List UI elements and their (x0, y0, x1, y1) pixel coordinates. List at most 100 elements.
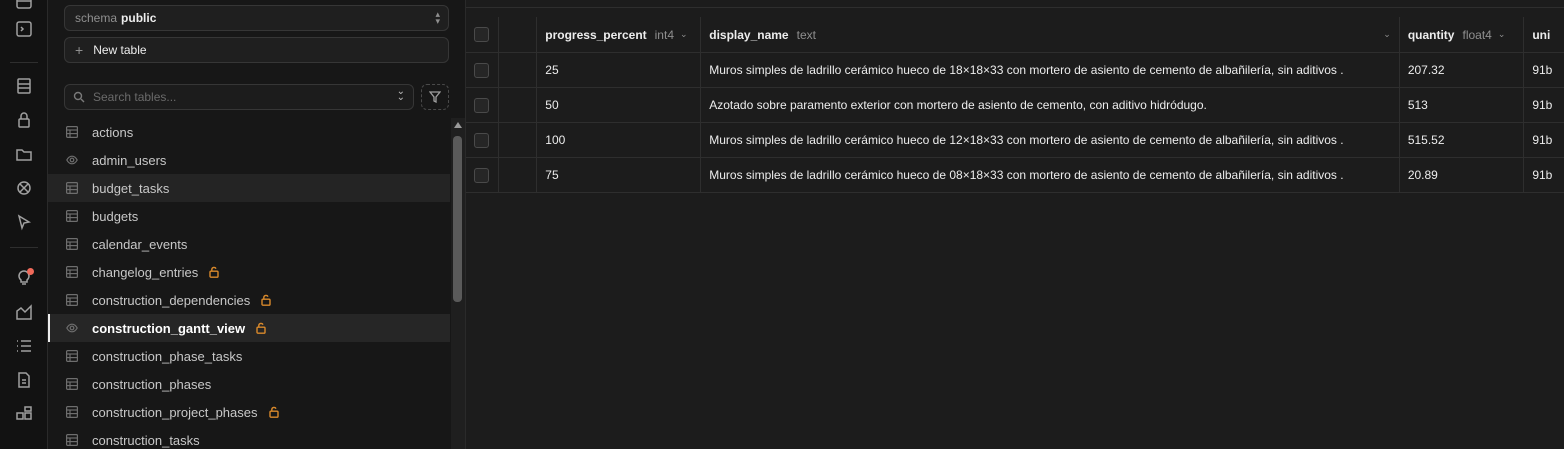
schema-prefix: schema (75, 11, 118, 25)
row-checkbox[interactable] (474, 97, 490, 113)
sidebar-table-item[interactable]: construction_gantt_view (48, 314, 450, 342)
table-row[interactable]: 25 Muros simples de ladrillo cerámico hue… (466, 53, 1564, 88)
edge-functions-icon[interactable] (14, 212, 34, 232)
cell-display-name[interactable]: Muros simples de ladrillo cerámico hueco… (701, 158, 1400, 192)
advisors-lightbulb-icon[interactable] (14, 268, 34, 288)
double-chevron-icon[interactable]: ⌄ ⌄ (397, 87, 405, 103)
grid-body: 25 Muros simples de ladrillo cerámico hue… (466, 53, 1564, 193)
chevron-down-icon[interactable]: ⌄ (1383, 29, 1391, 40)
chevron-down-icon[interactable]: ⌄ (1498, 29, 1506, 40)
table-row[interactable]: 75 Muros simples de ladrillo cerámico hue… (466, 158, 1564, 193)
table-name: changelog_entries (92, 264, 199, 280)
auth-lock-icon[interactable] (14, 110, 34, 130)
sidebar-table-item[interactable]: construction_phases (48, 370, 450, 398)
rail-divider (10, 62, 38, 63)
cell-display-name[interactable]: Muros simples de ladrillo cerámico hueco… (701, 123, 1400, 157)
schema-select[interactable]: schema public ▴ ▾ (64, 5, 449, 31)
table-icon (66, 126, 78, 138)
column-type: float4 (1462, 27, 1492, 42)
unlocked-padlock-icon (208, 266, 220, 278)
sidebar-table-item[interactable]: budgets (48, 202, 450, 230)
cell-quantity[interactable]: 20.89 (1400, 158, 1525, 192)
table-row[interactable]: 100 Muros simples de ladrillo cerámico hu… (466, 123, 1564, 158)
cell-progress-percent[interactable]: 50 (537, 88, 702, 122)
sidebar-table-item[interactable]: actions (48, 118, 450, 146)
select-all-cell (466, 17, 499, 52)
column-name: display_name (709, 27, 789, 42)
cell-unit[interactable]: 91b (1524, 88, 1564, 122)
cell-progress-percent[interactable]: 25 (537, 53, 702, 87)
unlocked-padlock-icon (268, 406, 280, 418)
column-type: int4 (654, 27, 674, 42)
cell-progress-percent[interactable]: 75 (537, 158, 702, 192)
column-header-progress-percent[interactable]: progress_percent int4 ⌄ (537, 17, 702, 52)
sql-editor-icon[interactable] (14, 19, 34, 39)
sidebar-table-item[interactable]: construction_tasks (48, 426, 450, 449)
table-sidebar: schema public ▴▾ + New table ⌄⌄ actionsa… (48, 0, 466, 449)
row-gutter (499, 158, 538, 192)
table-row[interactable]: 50 Azotado sobre paramento exterior con m… (466, 88, 1564, 123)
notification-dot (27, 268, 34, 275)
unlocked-padlock-icon (260, 294, 272, 306)
scroll-up-arrow[interactable] (454, 122, 462, 128)
table-name: construction_tasks (92, 432, 200, 448)
search-icon (73, 91, 85, 103)
chevron-down-icon[interactable]: ⌄ (680, 29, 688, 40)
row-select-cell (466, 123, 499, 157)
cell-unit[interactable]: 91b (1524, 53, 1564, 87)
row-select-cell (466, 158, 499, 192)
new-table-label: New table (93, 43, 147, 57)
row-checkbox[interactable] (474, 132, 490, 148)
sidebar-table-item[interactable]: construction_phase_tasks (48, 342, 450, 370)
sidebar-table-item[interactable]: changelog_entries (48, 258, 450, 286)
column-header-quantity[interactable]: quantity float4 ⌄ (1400, 17, 1525, 52)
row-gutter (499, 88, 538, 122)
table-name: budgets (92, 208, 139, 224)
select-all-checkbox[interactable] (474, 27, 490, 42)
storage-icon[interactable] (14, 144, 34, 164)
sidebar-table-item[interactable]: budget_tasks (48, 174, 450, 202)
sidebar-scrollbar[interactable] (451, 118, 465, 449)
grid-header-row: progress_percent int4 ⌄ display_name tex… (466, 17, 1564, 53)
data-grid: progress_percent int4 ⌄ display_name tex… (466, 17, 1564, 193)
filter-button[interactable] (421, 84, 449, 110)
table-editor-icon[interactable] (14, 0, 34, 12)
table-list: actions admin_users budget_tasksbudgets cal… (48, 118, 450, 449)
table-icon (66, 266, 78, 278)
cell-progress-percent[interactable]: 100 (537, 123, 702, 157)
table-name: budget_tasks (92, 180, 170, 196)
column-header-unit[interactable]: uni (1524, 17, 1564, 52)
cell-display-name[interactable]: Azotado sobre paramento exterior con mor… (701, 88, 1400, 122)
column-header-display-name[interactable]: display_name text ⌄ (701, 17, 1400, 52)
cell-display-name[interactable]: Muros simples de ladrillo cerámico hueco… (701, 53, 1400, 87)
filter-icon (429, 91, 441, 103)
row-checkbox[interactable] (474, 62, 490, 78)
scroll-thumb[interactable] (453, 136, 462, 302)
sidebar-table-item[interactable]: construction_project_phases (48, 398, 450, 426)
row-select-cell (466, 88, 499, 122)
logs-list-icon[interactable] (14, 336, 34, 356)
cell-quantity[interactable]: 515.52 (1400, 123, 1525, 157)
reports-chart-icon[interactable] (14, 302, 34, 322)
api-docs-icon[interactable] (14, 370, 34, 390)
table-icon (66, 238, 78, 250)
database-icon[interactable] (14, 76, 34, 96)
search-tables: ⌄⌄ (64, 84, 414, 110)
sidebar-table-item[interactable]: admin_users (48, 146, 450, 174)
cell-quantity[interactable]: 207.32 (1400, 53, 1525, 87)
column-name: uni (1532, 27, 1551, 42)
new-table-button[interactable]: + New table (64, 37, 449, 63)
table-icon (66, 378, 78, 390)
icon-rail (0, 0, 48, 449)
cell-unit[interactable]: 91b (1524, 123, 1564, 157)
row-checkbox[interactable] (474, 167, 490, 183)
sidebar-table-item[interactable]: calendar_events (48, 230, 450, 258)
cell-quantity[interactable]: 513 (1400, 88, 1525, 122)
realtime-icon[interactable] (14, 178, 34, 198)
cell-unit[interactable]: 91b (1524, 158, 1564, 192)
table-icon (66, 434, 78, 446)
sidebar-table-item[interactable]: construction_dependencies (48, 286, 450, 314)
integrations-icon[interactable] (14, 404, 34, 424)
search-input[interactable] (93, 90, 373, 104)
table-icon (66, 182, 78, 194)
